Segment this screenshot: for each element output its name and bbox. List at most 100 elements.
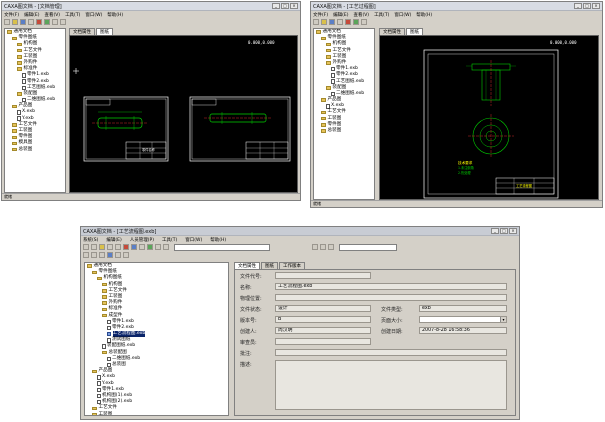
remark-field[interactable]: [275, 349, 507, 356]
menu-personnel[interactable]: 人员管理(P): [130, 237, 154, 243]
folder-icon: [92, 270, 97, 275]
created-field[interactable]: 2007-8-28 16:58:36: [419, 327, 507, 334]
menu-help[interactable]: 帮助(H): [107, 12, 123, 18]
close-button[interactable]: ×: [290, 3, 298, 9]
filter-icon[interactable]: [320, 244, 326, 250]
reviewer-field[interactable]: [275, 338, 371, 345]
tree-item[interactable]: 总装图: [5, 147, 65, 153]
delete-icon[interactable]: [123, 244, 129, 250]
title-bar[interactable]: CAXA图文档 - [工艺过程图] _ □ ×: [311, 2, 602, 11]
menu-file[interactable]: 文件(F): [4, 12, 19, 18]
tree-item-label: 总装图: [112, 362, 126, 367]
menu-tools[interactable]: 工具(T): [162, 237, 177, 243]
open-folder-icon[interactable]: [321, 19, 327, 25]
tree-item[interactable]: 工装图: [85, 412, 228, 415]
doc-status-field[interactable]: 设计: [275, 305, 371, 312]
cut-icon[interactable]: [107, 244, 113, 250]
file-icon: [107, 338, 111, 343]
new-icon[interactable]: [4, 19, 10, 25]
forward-icon[interactable]: [91, 244, 97, 250]
open-folder-icon[interactable]: [12, 19, 18, 25]
menu-file[interactable]: 文件(F): [313, 12, 328, 18]
creator-field[interactable]: 周汉明: [275, 327, 371, 334]
binoculars-icon[interactable]: [312, 244, 318, 250]
doc-type-field[interactable]: exb: [419, 305, 507, 312]
menu-system[interactable]: 系统(S): [83, 237, 98, 243]
menu-view[interactable]: 查看(V): [353, 12, 369, 18]
menu-edit[interactable]: 编辑(E): [333, 12, 348, 18]
print-icon[interactable]: [139, 244, 145, 250]
save-icon[interactable]: [131, 244, 137, 250]
folder-icon: [102, 295, 107, 299]
maximize-button[interactable]: □: [583, 3, 591, 9]
menu-tools[interactable]: 工具(T): [65, 12, 80, 18]
back-icon[interactable]: [83, 244, 89, 250]
menu-edit[interactable]: 编辑(E): [106, 237, 121, 243]
delete-icon[interactable]: [345, 19, 351, 25]
close-button[interactable]: ×: [592, 3, 600, 9]
menu-tools[interactable]: 工具(T): [374, 12, 389, 18]
doc-code-field[interactable]: [275, 272, 371, 279]
folder-icon: [102, 313, 107, 318]
location-field[interactable]: [275, 294, 507, 301]
chevron-down-icon[interactable]: ▾: [500, 317, 506, 322]
title-bar[interactable]: CAXA图文档 - [文档管理] _ □ ×: [2, 2, 300, 11]
save-icon[interactable]: [329, 19, 335, 25]
document-tree[interactable]: 通用文档 零件图纸 机构图 工艺文件 工装图 外购件 标准件 零件1.exb 零件2.exb 工艺…: [4, 28, 66, 193]
new-icon[interactable]: [313, 19, 319, 25]
save-icon[interactable]: [20, 19, 26, 25]
refresh-icon[interactable]: [44, 19, 50, 25]
menu-window[interactable]: 窗口(W): [85, 12, 102, 18]
refresh-icon[interactable]: [147, 244, 153, 250]
close-button[interactable]: ×: [509, 228, 517, 234]
title-bar[interactable]: CAXA图文档 - [工艺流程图.exb] _ □ ×: [81, 227, 519, 236]
document-tree[interactable]: 通用文档 零件图纸 机构图 工艺文件 工装图 外购件 零件1.exb 零件2.exb 工艺图纸.…: [313, 28, 375, 200]
drawing-sheet-1[interactable]: 零件名称: [83, 96, 169, 162]
file-icon: [97, 393, 101, 399]
creator-label: 创建人:: [240, 329, 257, 335]
tree-item[interactable]: 总装图: [314, 128, 374, 134]
maximize-button[interactable]: □: [281, 3, 289, 9]
drawing-canvas[interactable]: 0.000,0.000 零件名称: [69, 35, 298, 193]
print-icon[interactable]: [337, 19, 343, 25]
minimize-button[interactable]: _: [574, 3, 582, 9]
undo-icon[interactable]: [83, 252, 89, 258]
version-icon[interactable]: [123, 252, 129, 258]
copy-icon[interactable]: [115, 244, 121, 250]
menu-window[interactable]: 窗口(W): [394, 12, 411, 18]
drawing-canvas[interactable]: 0.000,0.000 技术要求 1.未注倒角 2.热处理 工艺流程图: [379, 35, 599, 200]
search-combo[interactable]: [339, 243, 397, 251]
print-icon[interactable]: [28, 19, 34, 25]
maximize-button[interactable]: □: [500, 228, 508, 234]
zoom-icon[interactable]: [328, 244, 334, 250]
refresh-icon[interactable]: [353, 19, 359, 25]
menu-view[interactable]: 查看(V): [44, 12, 60, 18]
minimize-button[interactable]: _: [272, 3, 280, 9]
menu-edit[interactable]: 编辑(E): [24, 12, 39, 18]
find-icon[interactable]: [155, 244, 161, 250]
search-icon[interactable]: [52, 19, 58, 25]
drawing-sheet[interactable]: 技术要求 1.未注倒角 2.热处理 工艺流程图: [423, 49, 559, 199]
minimize-button[interactable]: _: [491, 228, 499, 234]
properties-icon[interactable]: [163, 244, 169, 250]
menu-help[interactable]: 帮助(H): [210, 237, 226, 243]
description-field[interactable]: [275, 360, 507, 410]
redo-icon[interactable]: [91, 252, 97, 258]
checkin-icon[interactable]: [107, 252, 113, 258]
menu-help[interactable]: 帮助(H): [416, 12, 432, 18]
size-select[interactable]: ▾: [419, 316, 507, 323]
checkout-icon[interactable]: [115, 252, 121, 258]
document-tree[interactable]: 通用文档 零件图纸 机构图纸 机构图 工艺文件 工装图 外购件 标准件 成型件 零件1.exb 零件…: [84, 262, 229, 416]
menu-window[interactable]: 窗口(W): [185, 237, 202, 243]
version-field[interactable]: B: [275, 316, 371, 323]
folder-icon: [12, 141, 17, 146]
name-field[interactable]: 工艺流程图.exb: [275, 283, 507, 290]
zoom-icon[interactable]: [60, 19, 66, 25]
open-folder-icon[interactable]: [99, 244, 105, 250]
link-icon[interactable]: [99, 252, 105, 258]
path-combo[interactable]: [174, 243, 270, 251]
drawing-sheet-2[interactable]: [189, 96, 291, 162]
search-icon[interactable]: [361, 19, 367, 25]
delete-icon[interactable]: [36, 19, 42, 25]
file-icon: [331, 91, 335, 97]
